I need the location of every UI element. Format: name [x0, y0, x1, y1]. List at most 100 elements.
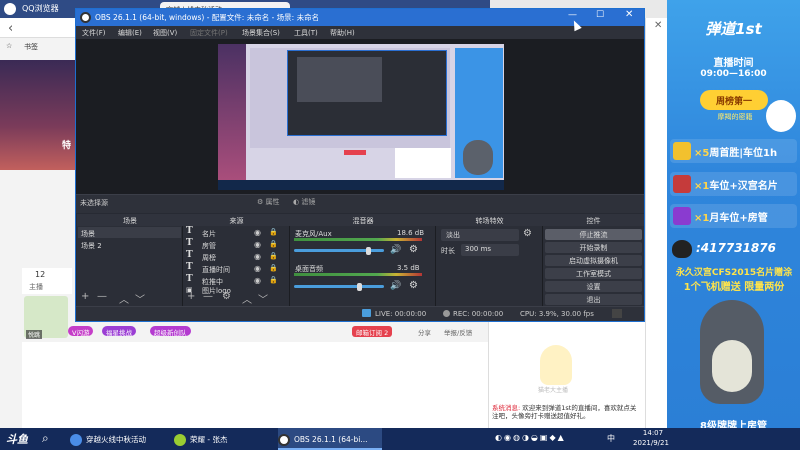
volume-slider[interactable] [294, 285, 384, 288]
source-item[interactable]: 直播时间 [202, 265, 230, 275]
search-icon[interactable]: ⌕ [42, 431, 49, 446]
record-icon [443, 310, 450, 317]
menu-file[interactable]: 文件(F) [82, 28, 106, 38]
lock-icon[interactable]: 🔒 [269, 276, 278, 284]
system-tray-icons[interactable]: ◐◉◍◑◒▣◆▲ [495, 433, 566, 442]
close-icon[interactable]: ✕ [625, 9, 633, 20]
start-recording-button[interactable]: 开始录制 [545, 242, 642, 253]
gear-icon[interactable]: ⚙ [409, 280, 418, 291]
live-timer: LIVE: 00:00:00 [375, 310, 427, 318]
menu-help[interactable]: 帮助(H) [330, 28, 355, 38]
star-icon[interactable]: ☆ [6, 42, 12, 50]
lock-icon[interactable]: 🔒 [269, 228, 278, 236]
plane-icon [673, 175, 691, 193]
reward-multiplier: ×5 [694, 148, 710, 159]
lock-icon[interactable]: 🔒 [269, 240, 278, 248]
menu-edit[interactable]: 编辑(E) [118, 28, 142, 38]
stat-value: 12 [35, 270, 46, 279]
chat-system-message: 系统消息: 欢迎来到弹道1st的直播间，喜欢就点关注吧，头像旁打卡赠送超值好礼。 [492, 404, 642, 420]
move-down-icon[interactable]: ﹀ [258, 291, 268, 306]
scene-item[interactable]: 场景 2 [81, 241, 102, 251]
bookmark-label[interactable]: 书签 [24, 42, 38, 52]
preview-obs-canvas [297, 57, 382, 102]
preview-chat [395, 148, 451, 178]
stop-streaming-button[interactable]: 停止推流 [545, 229, 642, 240]
source-item[interactable]: 名片 [202, 229, 216, 239]
rec-timer: REC: 00:00:00 [453, 310, 504, 318]
promo-line: 永久汉宫CFS2015名片赠涂 [675, 268, 793, 278]
menu-view[interactable]: 视图(V) [153, 28, 177, 38]
transition-select[interactable]: 淡出 [441, 229, 519, 241]
subscribe-button[interactable]: 邮箱订阅 2 [352, 326, 393, 337]
menu-pinned[interactable]: 固定文件(P) [190, 28, 228, 38]
tag-badge[interactable]: 超级新创队 [150, 326, 191, 337]
start-button[interactable]: 斗鱼 [6, 431, 28, 447]
filters-button[interactable]: ◐ 滤镜 [293, 197, 315, 207]
text-source-icon: T [186, 226, 193, 236]
volume-slider-handle[interactable] [365, 247, 371, 255]
source-item[interactable]: 房管 [202, 241, 216, 251]
maximize-icon[interactable]: ☐ [596, 10, 604, 20]
network-status-icon [612, 309, 622, 318]
move-down-icon[interactable]: ﹀ [135, 291, 145, 306]
add-source-icon[interactable]: + [187, 291, 195, 302]
properties-button[interactable]: ⚙ 属性 [257, 197, 280, 207]
obs-icon [278, 434, 290, 446]
start-virtual-camera-button[interactable]: 启动虚拟摄像机 [545, 255, 642, 266]
clock-time[interactable]: 14:07 [633, 429, 673, 437]
duration-input[interactable]: 300 ms [461, 244, 519, 256]
eye-icon[interactable]: ◉ [254, 240, 261, 249]
back-arrow-icon[interactable]: ‹ [8, 21, 13, 36]
tag-badge[interactable]: 福星挑战 [102, 326, 136, 337]
live-icon [362, 309, 371, 317]
ime-indicator[interactable]: 中 [607, 433, 615, 444]
move-up-icon[interactable]: ︿ [242, 291, 252, 306]
taskbar-app[interactable]: OBS 26.1.1 (64-bi... [278, 428, 382, 450]
totoro-belly [712, 340, 752, 392]
volume-slider-handle[interactable] [356, 283, 362, 291]
preview-totoro [463, 140, 493, 175]
report-link[interactable]: 举报/反馈 [444, 327, 472, 337]
mascot-caption: 猫老大主播 [538, 387, 569, 394]
preview-wallpaper [218, 44, 246, 190]
menu-scene-collection[interactable]: 场景集合(S) [242, 28, 280, 38]
mixer-channel-db: 3.5 dB [397, 264, 420, 272]
source-item[interactable]: 周榜 [202, 253, 216, 263]
speaker-icon[interactable]: 🔊 [390, 245, 401, 255]
add-scene-icon[interactable]: + [81, 291, 89, 302]
move-up-icon[interactable]: ︿ [119, 291, 129, 306]
source-settings-icon[interactable]: ⚙ [222, 291, 231, 302]
speaker-icon[interactable]: 🔊 [390, 281, 401, 291]
live-time-label: 直播时间 [713, 58, 754, 69]
lock-icon[interactable]: 🔒 [269, 264, 278, 272]
cat-sticker [766, 100, 796, 132]
eye-icon[interactable]: ◉ [254, 228, 261, 237]
taskbar-app[interactable]: 穿越火线中秋活动 [70, 428, 170, 450]
gear-icon[interactable]: ⚙ [523, 228, 532, 239]
exit-button[interactable]: 退出 [545, 294, 642, 305]
audio-level-meter [294, 273, 422, 276]
reward-multiplier: ×1 [694, 181, 710, 192]
reward-text: 月车位+房管 [709, 213, 768, 224]
lock-icon[interactable]: 🔒 [269, 252, 278, 260]
gear-icon[interactable]: ⚙ [409, 244, 418, 255]
taskbar-app[interactable]: 荣耀 - 张杰 [174, 428, 274, 450]
menu-tools[interactable]: 工具(T) [294, 28, 318, 38]
scene-item[interactable]: 场景 [81, 229, 95, 239]
browser-app-name: QQ浏览器 [22, 4, 59, 13]
controls-dock-header: 控件 [543, 214, 644, 226]
remove-scene-icon[interactable]: — [97, 291, 107, 302]
tag-badge[interactable]: V闪游 [68, 326, 94, 337]
studio-mode-button[interactable]: 工作室模式 [545, 268, 642, 279]
mixer-channel-db: 18.6 dB [397, 229, 425, 237]
text-source-icon: T [186, 274, 193, 284]
share-link[interactable]: 分享 [418, 327, 431, 337]
eye-icon[interactable]: ◉ [254, 276, 261, 285]
filter-icon: ◐ [293, 198, 300, 206]
settings-button[interactable]: 设置 [545, 281, 642, 292]
eye-icon[interactable]: ◉ [254, 252, 261, 261]
close-icon[interactable]: ✕ [654, 20, 662, 31]
clock-date[interactable]: 2021/9/21 [623, 439, 679, 447]
eye-icon[interactable]: ◉ [254, 264, 261, 273]
remove-source-icon[interactable]: — [203, 291, 213, 302]
